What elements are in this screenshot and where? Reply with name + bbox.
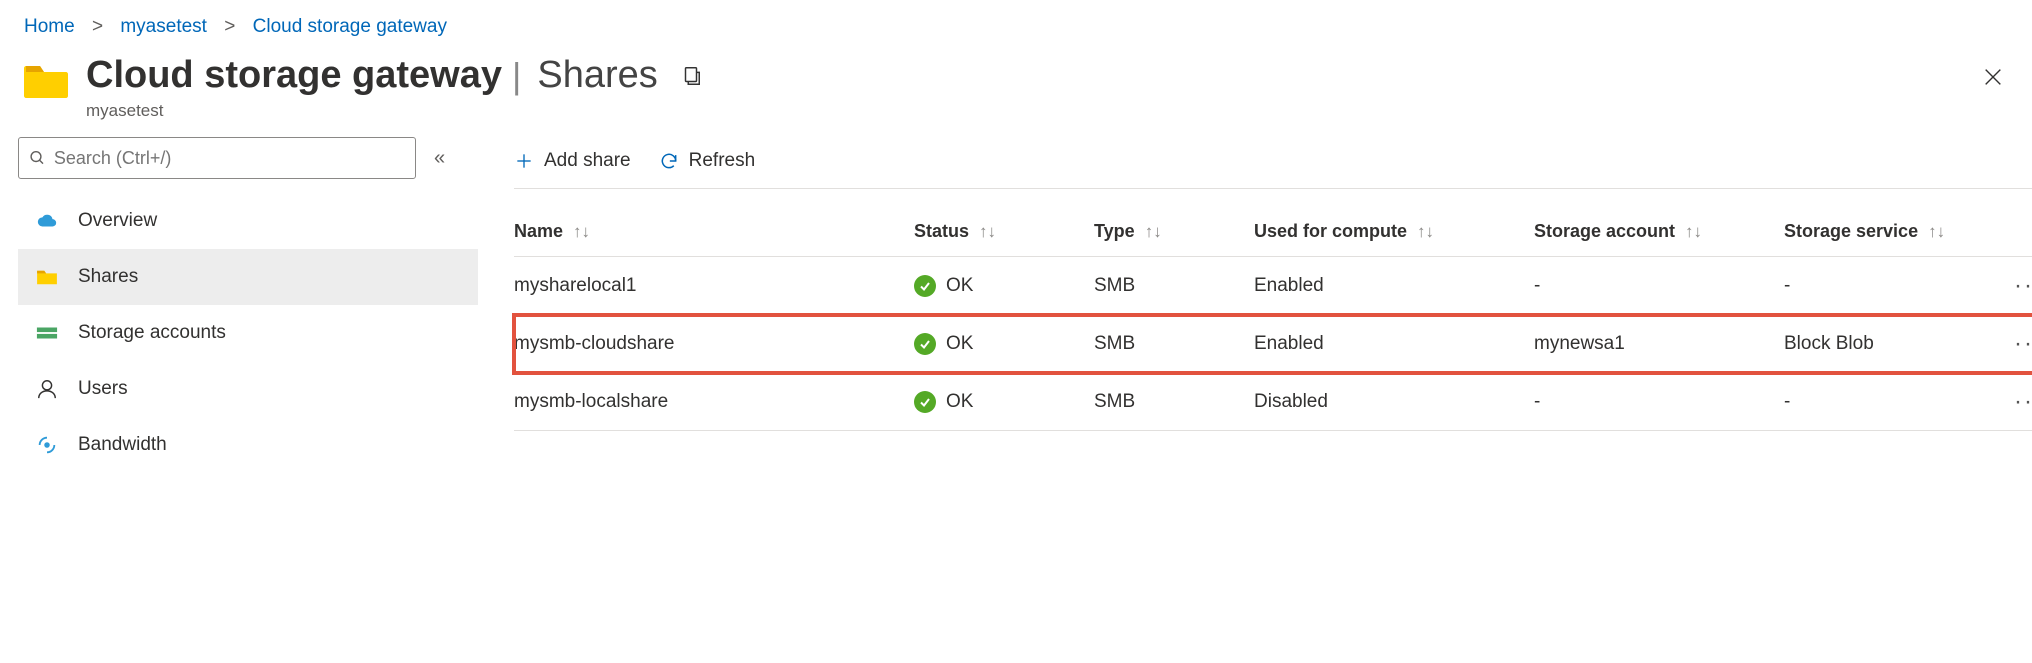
folder-icon xyxy=(24,60,68,100)
collapse-sidebar-icon[interactable]: « xyxy=(434,147,445,170)
cell-compute: Disabled xyxy=(1254,391,1534,413)
title-separator: | xyxy=(512,55,521,97)
cell-status: OK xyxy=(914,391,1094,413)
cell-status: OK xyxy=(914,333,1094,355)
sidebar: « Overview Shares Storage accounts Users xyxy=(18,137,478,473)
sidebar-item-label: Users xyxy=(78,378,128,400)
sort-icon: ↑↓ xyxy=(1145,222,1162,242)
cell-service: Block Blob xyxy=(1784,333,1984,355)
cloud-icon xyxy=(36,212,58,230)
breadcrumb-item-gateway[interactable]: Cloud storage gateway xyxy=(253,16,447,37)
sort-icon: ↑↓ xyxy=(573,222,590,242)
col-type[interactable]: Type↑↓ xyxy=(1094,221,1254,242)
row-more-icon[interactable]: ··· xyxy=(1984,272,2032,300)
status-ok-icon xyxy=(914,391,936,413)
shares-table: Name↑↓ Status↑↓ Type↑↓ Used for compute↑… xyxy=(514,207,2032,431)
cell-account: - xyxy=(1534,391,1784,413)
col-storage-account[interactable]: Storage account↑↓ xyxy=(1534,221,1784,242)
toolbar-label: Refresh xyxy=(689,150,756,172)
folder-icon xyxy=(36,268,58,286)
refresh-button[interactable]: Refresh xyxy=(659,150,756,172)
sidebar-item-label: Bandwidth xyxy=(78,434,167,456)
main-content: Add share Refresh Name↑↓ Status↑↓ Type↑↓… xyxy=(478,137,2032,473)
plus-icon xyxy=(514,151,534,171)
breadcrumb-item-resource[interactable]: myasetest xyxy=(120,16,207,37)
close-icon[interactable] xyxy=(1982,66,2004,88)
cell-type: SMB xyxy=(1094,275,1254,297)
sidebar-item-label: Shares xyxy=(78,266,138,288)
cell-compute: Enabled xyxy=(1254,275,1534,297)
status-ok-icon xyxy=(914,275,936,297)
page-title: Cloud storage gateway xyxy=(86,54,502,97)
refresh-icon xyxy=(659,151,679,171)
breadcrumb-item-home[interactable]: Home xyxy=(24,16,75,37)
user-icon xyxy=(36,378,58,400)
col-name[interactable]: Name↑↓ xyxy=(514,221,914,242)
sort-icon: ↑↓ xyxy=(1417,222,1434,242)
sort-icon: ↑↓ xyxy=(979,222,996,242)
table-header: Name↑↓ Status↑↓ Type↑↓ Used for compute↑… xyxy=(514,207,2032,257)
breadcrumb-sep: > xyxy=(80,16,115,37)
toolbar: Add share Refresh xyxy=(514,137,2032,189)
sidebar-item-bandwidth[interactable]: Bandwidth xyxy=(18,417,478,473)
page-subtitle: myasetest xyxy=(86,101,2008,121)
storage-icon xyxy=(36,324,58,342)
sort-icon: ↑↓ xyxy=(1928,222,1945,242)
cell-type: SMB xyxy=(1094,333,1254,355)
col-compute[interactable]: Used for compute↑↓ xyxy=(1254,221,1534,242)
sidebar-item-shares[interactable]: Shares xyxy=(18,249,478,305)
signal-icon xyxy=(36,434,58,456)
sidebar-item-label: Storage accounts xyxy=(78,322,226,344)
table-row[interactable]: mysharelocal1OKSMBEnabled--··· xyxy=(514,257,2032,315)
cell-name: mysharelocal1 xyxy=(514,275,914,297)
cell-type: SMB xyxy=(1094,391,1254,413)
breadcrumb: Home > myasetest > Cloud storage gateway xyxy=(0,0,2032,48)
sidebar-item-storage[interactable]: Storage accounts xyxy=(18,305,478,361)
search-icon xyxy=(29,149,46,167)
col-storage-service[interactable]: Storage service↑↓ xyxy=(1784,221,1984,242)
row-more-icon[interactable]: ··· xyxy=(1984,330,2032,358)
cell-service: - xyxy=(1784,275,1984,297)
cell-account: - xyxy=(1534,275,1784,297)
page-header: Cloud storage gateway | Shares myasetest xyxy=(0,48,2032,127)
cell-name: mysmb-localshare xyxy=(514,391,914,413)
table-row[interactable]: mysmb-cloudshareOKSMBEnabledmynewsa1Bloc… xyxy=(514,315,2032,373)
cell-status: OK xyxy=(914,275,1094,297)
status-ok-icon xyxy=(914,333,936,355)
row-more-icon[interactable]: ··· xyxy=(1984,388,2032,416)
toolbar-label: Add share xyxy=(544,150,631,172)
cell-compute: Enabled xyxy=(1254,333,1534,355)
sort-icon: ↑↓ xyxy=(1685,222,1702,242)
page-section: Shares xyxy=(537,54,657,97)
sidebar-item-label: Overview xyxy=(78,210,157,232)
search-input-wrapper[interactable] xyxy=(18,137,416,179)
cell-name: mysmb-cloudshare xyxy=(514,333,914,355)
copy-icon[interactable] xyxy=(680,65,702,87)
cell-account: mynewsa1 xyxy=(1534,333,1784,355)
add-share-button[interactable]: Add share xyxy=(514,150,631,172)
table-row[interactable]: mysmb-localshareOKSMBDisabled--··· xyxy=(514,373,2032,431)
search-input[interactable] xyxy=(54,148,405,169)
col-status[interactable]: Status↑↓ xyxy=(914,221,1094,242)
sidebar-item-overview[interactable]: Overview xyxy=(18,193,478,249)
cell-service: - xyxy=(1784,391,1984,413)
breadcrumb-sep: > xyxy=(212,16,247,37)
sidebar-item-users[interactable]: Users xyxy=(18,361,478,417)
